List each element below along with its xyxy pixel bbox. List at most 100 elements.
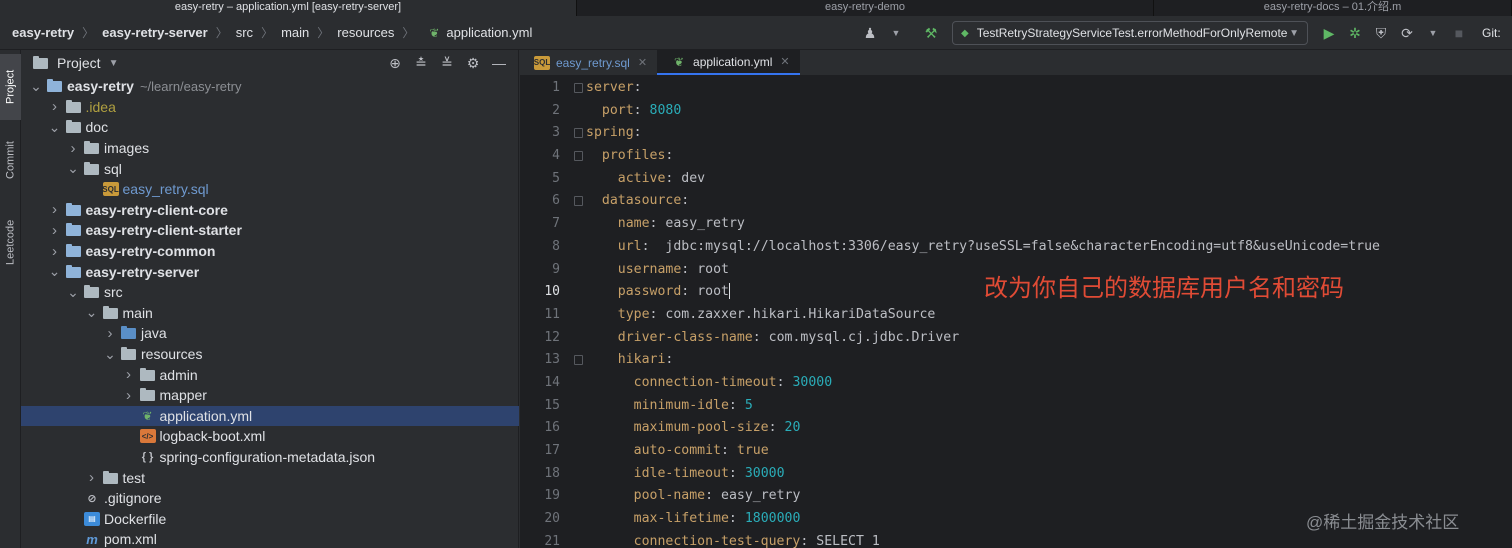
window-tab-easy-retry-demo[interactable]: easy-retry-demo (577, 0, 1154, 16)
gear-icon[interactable]: ⚙ (462, 52, 484, 74)
breadcrumb-item[interactable]: easy-retry (12, 25, 74, 40)
code-line[interactable]: pool-name: easy_retry (586, 485, 1506, 508)
locate-file-icon[interactable]: ⊕ (384, 52, 406, 74)
code-line[interactable]: auto-commit: true (586, 440, 1506, 463)
build-hammer-icon[interactable]: ⚒ (921, 23, 941, 43)
code-line[interactable]: driver-class-name: com.mysql.cj.jdbc.Dri… (586, 327, 1506, 350)
code-line[interactable]: port: 8080 (586, 100, 1506, 123)
breadcrumb-item[interactable]: resources (337, 25, 394, 40)
chevron-down-icon[interactable]: ⌄ (103, 346, 117, 363)
breadcrumb-item[interactable]: easy-retry-server (102, 25, 208, 40)
tree-item[interactable]: ⌄ doc (21, 117, 519, 138)
tree-item[interactable]: › java (21, 323, 519, 344)
tree-item[interactable]: › mapper (21, 385, 519, 406)
code-line[interactable]: url: jdbc:mysql://localhost:3306/easy_re… (586, 236, 1506, 259)
run-icon[interactable]: ▶ (1319, 23, 1339, 43)
tree-item[interactable]: ❦ application.yml (21, 405, 519, 427)
chevron-down-icon[interactable]: ⌄ (85, 304, 99, 321)
tree-item[interactable]: ⌄ main (21, 303, 519, 324)
tree-item[interactable]: › easy-retry-client-starter (21, 220, 519, 241)
chevron-right-icon[interactable]: › (85, 469, 99, 486)
more-run-options-icon[interactable]: ▼ (1423, 23, 1443, 43)
chevron-down-icon[interactable]: ⌄ (48, 263, 62, 280)
code-line[interactable]: hikari: (574, 349, 1506, 372)
chevron-right-icon[interactable]: › (48, 201, 62, 218)
tree-item[interactable]: ⌄ sql (21, 158, 519, 179)
chevron-down-icon[interactable]: ⌄ (66, 160, 80, 177)
chevron-right-icon[interactable]: › (48, 222, 62, 239)
breadcrumb-item[interactable]: src (236, 25, 253, 40)
breadcrumb-item[interactable]: application.yml (446, 25, 532, 40)
collapse-all-icon[interactable]: ≚ (436, 52, 458, 74)
code-line[interactable]: minimum-idle: 5 (586, 395, 1506, 418)
user-icon[interactable]: ♟ (860, 23, 880, 43)
tree-item[interactable]: › .idea (21, 97, 519, 118)
tool-tab-leetcode[interactable]: Leetcode (0, 206, 21, 278)
fold-marker-icon[interactable] (574, 151, 583, 162)
window-tab-easy-retry[interactable]: easy-retry – application.yml [easy-retry… (0, 0, 577, 16)
breadcrumb-item[interactable]: main (281, 25, 309, 40)
tree-item[interactable]: { } spring-configuration-metadata.json (21, 447, 519, 468)
tool-tab-project[interactable]: Project (0, 54, 21, 120)
tree-item[interactable]: › easy-retry-common (21, 241, 519, 262)
code-editor[interactable]: server: port: 8080 spring: profiles: acti… (574, 77, 1506, 548)
debug-icon[interactable]: ✲ (1345, 23, 1365, 43)
tree-item[interactable]: ▤ Dockerfile (21, 508, 519, 529)
tree-item[interactable]: ⌄ easy-retry-server (21, 261, 519, 282)
code-line[interactable]: active: dev (586, 168, 1506, 191)
chevron-down-icon[interactable]: ⌄ (48, 119, 62, 136)
code-line[interactable]: datasource: (574, 190, 1506, 213)
close-icon[interactable]: ✕ (638, 56, 647, 69)
tree-item[interactable]: SQL easy_retry.sql (21, 179, 519, 200)
chevron-right-icon[interactable]: › (48, 243, 62, 260)
tree-item[interactable]: ⊘ .gitignore (21, 488, 519, 509)
code-line[interactable]: connection-timeout: 30000 (586, 372, 1506, 395)
profile-icon[interactable]: ⟳ (1397, 23, 1417, 43)
line-number: 3 (552, 125, 560, 141)
coverage-icon[interactable]: ⛨ (1371, 23, 1391, 43)
fold-marker-icon[interactable] (574, 83, 583, 93)
code-line[interactable]: profiles: (574, 145, 1506, 168)
chevron-down-icon[interactable]: ▼ (886, 23, 906, 43)
code-line[interactable]: type: com.zaxxer.hikari.HikariDataSource (586, 304, 1506, 327)
code-line[interactable]: server: (574, 77, 1506, 100)
chevron-right-icon[interactable]: › (122, 366, 136, 383)
chevron-down-icon[interactable]: ▼ (109, 58, 119, 69)
editor-tab[interactable]: SQL easy_retry.sql ✕ (520, 50, 657, 75)
chevron-down-icon[interactable]: ⌄ (66, 284, 80, 301)
tree-item[interactable]: </> logback-boot.xml (21, 426, 519, 447)
breadcrumb: easy-retry 〉 easy-retry-server 〉 src 〉 m… (0, 24, 532, 41)
git-label[interactable]: Git: (1482, 26, 1512, 40)
code-line[interactable]: spring: (574, 122, 1506, 145)
expand-all-icon[interactable]: ≛ (410, 52, 432, 74)
chevron-right-icon[interactable]: › (66, 140, 80, 157)
fold-marker-icon[interactable] (574, 196, 583, 207)
chevron-right-icon[interactable]: › (122, 387, 136, 404)
chevron-down-icon[interactable]: ⌄ (29, 78, 43, 95)
chevron-right-icon[interactable]: › (103, 325, 117, 342)
tree-item[interactable]: › test (21, 467, 519, 488)
fold-marker-icon[interactable] (574, 128, 583, 139)
window-tab-easy-retry-docs[interactable]: easy-retry-docs – 01.介绍.m (1154, 0, 1512, 16)
run-configuration-select[interactable]: ◆ TestRetryStrategyServiceTest.errorMeth… (952, 21, 1308, 45)
tree-item[interactable]: ⌄ src (21, 282, 519, 303)
stop-icon[interactable]: ■ (1449, 23, 1469, 43)
tree-item[interactable]: › easy-retry-client-core (21, 200, 519, 221)
close-icon[interactable]: ✕ (780, 55, 789, 68)
tool-tab-label: Leetcode (4, 219, 17, 265)
project-panel-title[interactable]: Project (57, 55, 101, 71)
tree-item[interactable]: › admin (21, 364, 519, 385)
chevron-right-icon[interactable]: › (48, 98, 62, 115)
fold-marker-icon[interactable] (574, 355, 583, 366)
code-line[interactable]: idle-timeout: 30000 (586, 463, 1506, 486)
hide-icon[interactable]: — (488, 52, 510, 74)
tree-item[interactable]: ⌄ resources (21, 344, 519, 365)
tool-tab-commit[interactable]: Commit (0, 128, 21, 192)
tree-item[interactable]: ⌄ easy-retry ~/learn/easy-retry (21, 76, 519, 97)
editor-tab[interactable]: ❦ application.yml ✕ (657, 50, 800, 75)
code-line[interactable]: connection-test-query: SELECT 1 (586, 531, 1506, 548)
code-line[interactable]: name: easy_retry (586, 213, 1506, 236)
tree-item[interactable]: › images (21, 138, 519, 159)
tree-item[interactable]: m pom.xml (21, 529, 519, 548)
code-line[interactable]: maximum-pool-size: 20 (586, 417, 1506, 440)
